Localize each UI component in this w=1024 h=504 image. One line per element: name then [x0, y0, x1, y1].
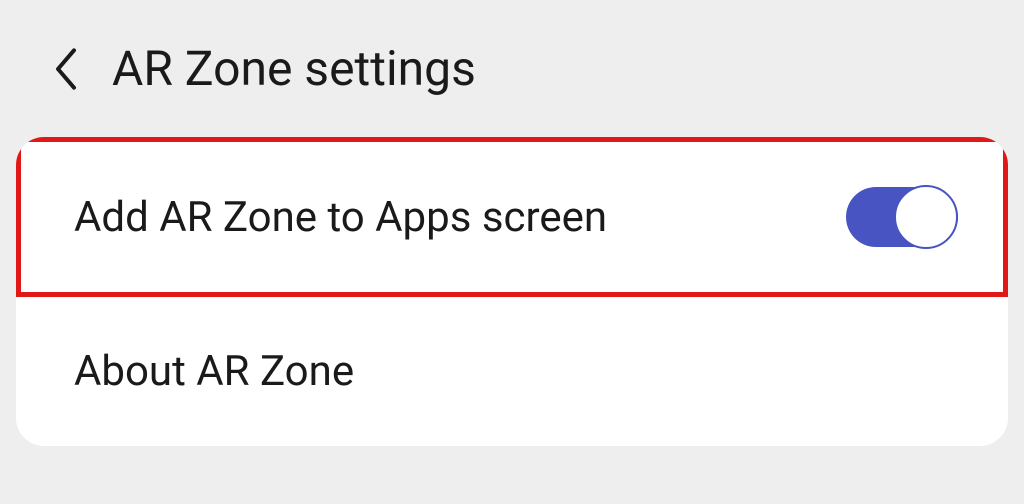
setting-label: About AR Zone — [74, 347, 354, 396]
setting-add-to-apps[interactable]: Add AR Zone to Apps screen — [16, 137, 1008, 297]
setting-label: Add AR Zone to Apps screen — [74, 193, 607, 242]
toggle-add-to-apps[interactable] — [846, 187, 958, 247]
chevron-left-icon — [50, 45, 82, 93]
header: AR Zone settings — [0, 0, 1024, 137]
setting-about[interactable]: About AR Zone — [16, 297, 1008, 446]
toggle-knob — [894, 185, 958, 249]
back-button[interactable] — [50, 45, 82, 93]
page-title: AR Zone settings — [112, 40, 476, 97]
settings-list: Add AR Zone to Apps screen About AR Zone — [16, 137, 1008, 446]
